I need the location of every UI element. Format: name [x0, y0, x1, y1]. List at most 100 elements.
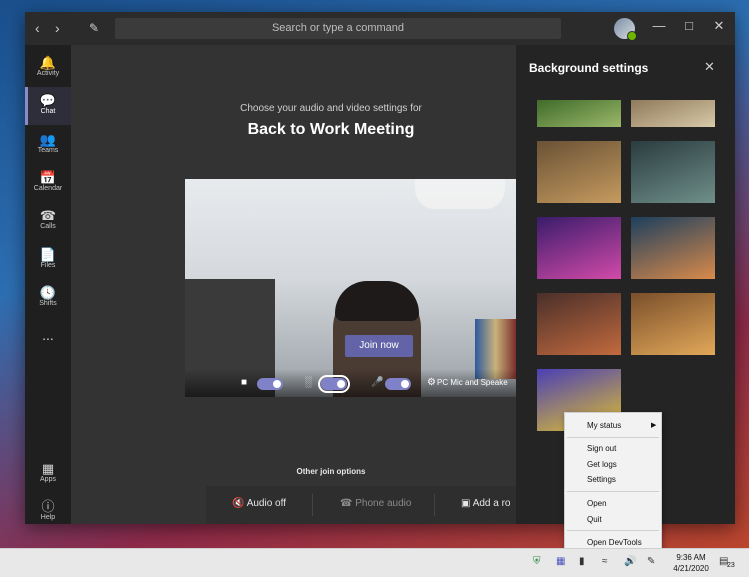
menu-separator — [567, 530, 659, 531]
ceiling-fan — [415, 179, 505, 209]
menu-item-get-logs[interactable]: Get logs — [587, 460, 617, 469]
help-icon: ⓘ — [25, 500, 71, 514]
microphone-icon: 🎤 — [371, 377, 383, 388]
menu-item-open-devtools[interactable]: Open DevTools — [587, 538, 642, 547]
file-icon: 📄 — [25, 248, 71, 262]
background-blur-toggle[interactable] — [321, 378, 347, 390]
background-thumbnail-forest-meadow[interactable] — [537, 100, 621, 127]
taskbar-clock[interactable]: 9:36 AM 4/21/2020 — [668, 552, 714, 574]
join-now-button[interactable]: Join now — [345, 335, 413, 357]
divider — [312, 494, 313, 516]
minimize-icon[interactable]: — — [649, 18, 669, 33]
menu-item-my-status[interactable]: My status — [587, 421, 621, 430]
meeting-title: Back to Work Meeting — [71, 121, 591, 139]
menu-item-open[interactable]: Open — [587, 499, 607, 508]
clock-icon: 🕓 — [25, 286, 71, 300]
app-rail: 🔔 Activity 💬 Chat 👥 Teams 📅 Calendar ☎ C… — [25, 45, 71, 524]
clock-date: 4/21/2020 — [668, 563, 714, 574]
shield-icon[interactable]: ⛨ — [533, 556, 541, 567]
more-icon: ... — [42, 327, 54, 343]
phone-icon: ☎ — [25, 209, 71, 223]
rail-item-shifts[interactable]: 🕓 Shifts — [25, 279, 71, 317]
rail-item-teams[interactable]: 👥 Teams — [25, 126, 71, 164]
cast-icon: ▣ — [461, 498, 470, 509]
rail-item-label: Teams — [38, 147, 59, 154]
chevron-right-icon[interactable]: › — [55, 20, 60, 36]
option-label: Phone audio — [355, 498, 411, 509]
speaker-off-icon: 🔇 — [232, 498, 244, 509]
background-thumbnail-sci-fi-ruins[interactable] — [631, 141, 715, 203]
background-thumbnail-fantasy-village[interactable] — [537, 141, 621, 203]
background-thumbnail-nebula[interactable] — [537, 217, 621, 279]
rail-item-label: Chat — [41, 108, 56, 115]
rail-item-label: Help — [41, 514, 55, 521]
menu-item-label: My status — [587, 421, 621, 430]
rail-item-files[interactable]: 📄 Files — [25, 241, 71, 279]
bell-icon: 🔔 — [25, 56, 71, 70]
wifi-icon[interactable]: ≈ — [602, 556, 608, 567]
video-preview: Join now ■ ░ 🎤 ⚙ PC Mic and Speake — [185, 179, 516, 397]
caret-right-icon: ▶ — [651, 421, 656, 429]
search-input[interactable]: Search or type a command — [115, 18, 561, 39]
presence-icon — [627, 31, 637, 41]
pen-icon[interactable]: ✎ — [647, 556, 655, 567]
other-join-title: Other join options — [71, 467, 591, 476]
compose-icon[interactable]: ✎ — [89, 20, 99, 36]
apps-icon: ▦ — [25, 462, 71, 476]
rail-item-label: Apps — [40, 476, 56, 483]
background-thumbnail-twilight-lake[interactable] — [631, 217, 715, 279]
rail-item-chat[interactable]: 💬 Chat — [25, 87, 71, 125]
rail-item-label: Shifts — [39, 300, 57, 307]
prejoin-area: Choose your audio and video settings for… — [71, 45, 516, 524]
microphone-toggle[interactable] — [385, 378, 411, 390]
menu-item-settings[interactable]: Settings — [587, 475, 616, 484]
background-thumbnail-autumn-hills[interactable] — [631, 293, 715, 355]
close-icon[interactable]: ✕ — [709, 18, 729, 34]
taskbar: ⛨ ▦ ▮ ≈ 🔊 ✎ 9:36 AM 4/21/2020 ▤ 23 — [0, 548, 749, 577]
chat-icon: 💬 — [25, 94, 71, 108]
background-thumbnail-cobble-street[interactable] — [537, 293, 621, 355]
volume-icon[interactable]: 🔊 — [624, 556, 636, 567]
menu-separator — [567, 491, 659, 492]
maximize-icon[interactable]: □ — [679, 18, 699, 33]
prejoin-subtitle: Choose your audio and video settings for — [71, 103, 591, 114]
audio-off-option[interactable]: 🔇 Audio off — [232, 498, 286, 509]
gear-icon[interactable]: ⚙ — [427, 377, 436, 388]
more-apps-button[interactable]: ... — [25, 327, 71, 365]
teams-tray-icon[interactable]: ▦ — [556, 556, 565, 567]
calendar-icon: 📅 — [25, 171, 71, 185]
blur-icon: ░ — [305, 377, 312, 388]
battery-icon[interactable]: ▮ — [579, 556, 585, 567]
option-label: Add a ro — [473, 498, 511, 509]
add-room-option[interactable]: ▣ Add a ro — [461, 498, 511, 509]
title-bar: ‹ › ✎ Search or type a command — □ ✕ — [25, 12, 735, 45]
rail-item-calendar[interactable]: 📅 Calendar — [25, 164, 71, 202]
phone-icon: ☎ — [340, 498, 352, 509]
camera-toggle[interactable] — [257, 378, 283, 390]
teams-icon: 👥 — [25, 133, 71, 147]
rail-item-activity[interactable]: 🔔 Activity — [25, 49, 71, 87]
rail-item-help[interactable]: ⓘ Help — [25, 493, 71, 524]
menu-separator — [567, 437, 659, 438]
menu-item-quit[interactable]: Quit — [587, 515, 602, 524]
close-icon[interactable]: ✕ — [704, 59, 715, 75]
chevron-left-icon[interactable]: ‹ — [35, 20, 40, 36]
rail-item-label: Files — [41, 262, 56, 269]
notification-count: 23 — [727, 562, 735, 569]
rail-item-label: Calls — [40, 223, 56, 230]
rail-item-label: Calendar — [34, 185, 62, 192]
background-thumbnail-desert-path[interactable] — [631, 100, 715, 127]
other-join-options: 🔇 Audio off ☎ Phone audio ▣ Add a ro — [206, 486, 516, 524]
person-hair — [335, 281, 419, 321]
camera-icon: ■ — [241, 377, 247, 388]
panel-title: Background settings — [529, 61, 648, 75]
avatar[interactable] — [614, 18, 635, 39]
rail-item-label: Activity — [37, 70, 59, 77]
audio-device-label[interactable]: PC Mic and Speake — [437, 378, 508, 387]
rail-item-calls[interactable]: ☎ Calls — [25, 202, 71, 240]
option-label: Audio off — [247, 498, 286, 509]
phone-audio-option[interactable]: ☎ Phone audio — [340, 498, 411, 509]
tray-context-menu: My status ▶ Sign out Get logs Settings O… — [564, 412, 662, 552]
menu-item-sign-out[interactable]: Sign out — [587, 444, 616, 453]
rail-item-apps[interactable]: ▦ Apps — [25, 455, 71, 493]
